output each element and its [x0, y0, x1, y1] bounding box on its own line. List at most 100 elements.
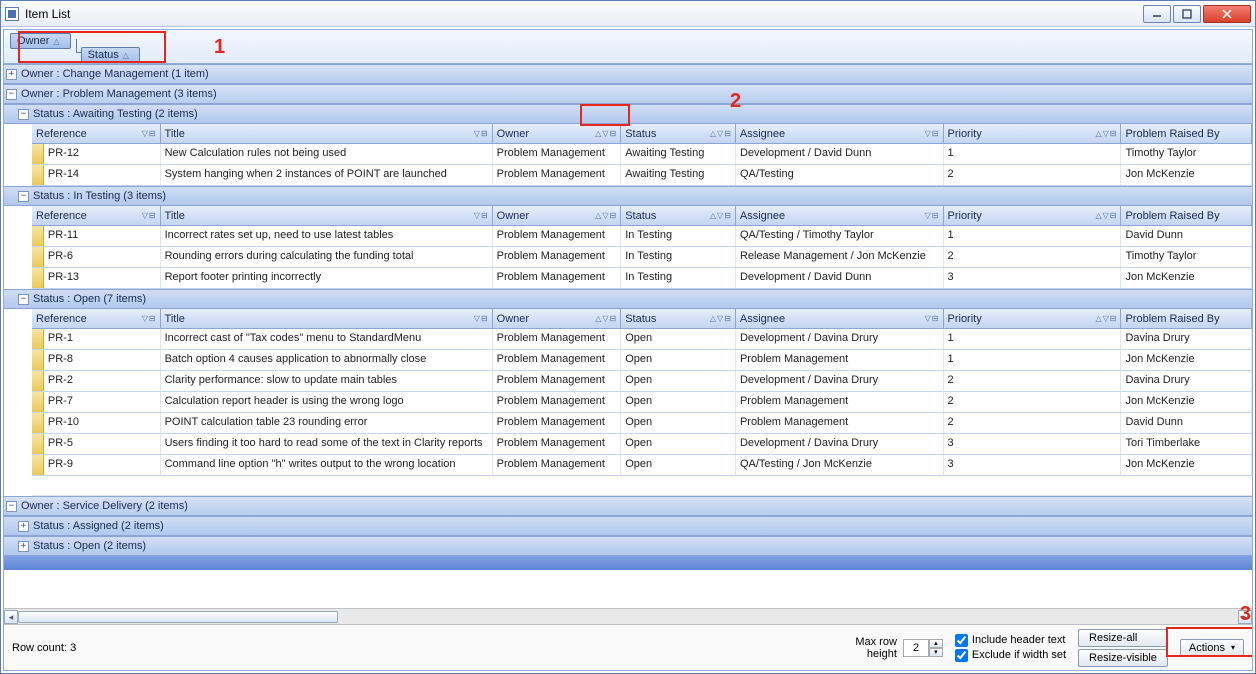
cell-priority: 3 — [944, 434, 1122, 454]
col-status[interactable]: Status△▽⊟ — [621, 309, 736, 328]
row-gutter-icon — [32, 350, 44, 370]
table-row[interactable]: PR-14System hanging when 2 instances of … — [32, 165, 1252, 186]
cell-reference: PR-14 — [44, 165, 161, 185]
cell-status: Open — [621, 434, 736, 454]
table-row[interactable]: PR-10POINT calculation table 23 rounding… — [32, 413, 1252, 434]
pin-icon[interactable]: ⊟ — [932, 129, 939, 138]
cell-owner: Problem Management — [493, 247, 622, 267]
exclude-width-checkbox[interactable]: Exclude if width set — [955, 649, 1066, 662]
col-title[interactable]: Title▽⊟ — [161, 206, 493, 225]
cell-status: In Testing — [621, 268, 736, 288]
sort-icon[interactable]: △ — [595, 129, 601, 138]
spinner-down-button[interactable]: ▾ — [929, 648, 943, 657]
cell-raised-by: David Dunn — [1121, 413, 1252, 433]
app-icon — [5, 7, 19, 21]
table-row[interactable]: PR-12New Calculation rules not being use… — [32, 144, 1252, 165]
table-row[interactable]: PR-6Rounding errors during calculating t… — [32, 247, 1252, 268]
col-assignee[interactable]: Assignee▽⊟ — [736, 124, 944, 143]
pin-icon[interactable]: ⊟ — [481, 129, 488, 138]
pin-icon[interactable]: ⊟ — [149, 129, 156, 138]
group-row-owner-problem-mgmt[interactable]: − Owner : Problem Management (3 items) — [4, 84, 1252, 104]
col-owner[interactable]: Owner△▽⊟ — [493, 309, 622, 328]
column-headers: Reference▽⊟ Title▽⊟ Owner△▽⊟ Status△▽⊟ A… — [32, 309, 1252, 329]
expand-icon[interactable]: + — [6, 69, 17, 80]
groupby-bar[interactable]: Owner△ Status△ 1 — [4, 30, 1252, 64]
pin-icon[interactable]: ⊟ — [609, 129, 616, 138]
table-row[interactable]: PR-5Users finding it too hard to read so… — [32, 434, 1252, 455]
table-row[interactable]: PR-13Report footer printing incorrectlyP… — [32, 268, 1252, 289]
scroll-left-button[interactable]: ◂ — [4, 610, 18, 624]
filter-icon[interactable]: ▽ — [142, 129, 148, 138]
col-title[interactable]: Title▽⊟ — [161, 309, 493, 328]
cell-raised-by: Jon McKenzie — [1121, 392, 1252, 412]
table-row[interactable]: PR-7Calculation report header is using t… — [32, 392, 1252, 413]
expand-icon[interactable]: + — [18, 521, 29, 532]
table-row[interactable]: PR-8Batch option 4 causes application to… — [32, 350, 1252, 371]
collapse-icon[interactable]: − — [18, 294, 29, 305]
row-count-label: Row count: 3 — [12, 642, 76, 654]
col-priority[interactable]: Priority△▽⊟ — [944, 309, 1122, 328]
row-gutter-icon — [32, 392, 44, 412]
minimize-button[interactable] — [1143, 5, 1171, 23]
collapse-icon[interactable]: − — [6, 89, 17, 100]
col-status[interactable]: Status△▽⊟ — [621, 124, 736, 143]
group-row-status-open[interactable]: − Status : Open (7 items) — [4, 289, 1252, 309]
pin-icon[interactable]: ⊟ — [724, 129, 731, 138]
row-gutter-icon — [32, 371, 44, 391]
col-priority[interactable]: Priority△▽⊟ — [944, 206, 1122, 225]
col-reference[interactable]: Reference▽⊟ — [32, 124, 161, 143]
col-assignee[interactable]: Assignee▽⊟ — [736, 309, 944, 328]
col-assignee[interactable]: Assignee▽⊟ — [736, 206, 944, 225]
filter-icon[interactable]: ▽ — [602, 129, 608, 138]
spinner-up-button[interactable]: ▴ — [929, 639, 943, 648]
group-label: Status : Open (7 items) — [33, 293, 146, 305]
cell-title: Command line option "h" writes output to… — [161, 455, 493, 475]
col-title[interactable]: Title▽⊟ — [161, 124, 493, 143]
col-priority[interactable]: Priority△▽⊟ — [944, 124, 1122, 143]
group-row-owner-service-delivery[interactable]: − Owner : Service Delivery (2 items) — [4, 496, 1252, 516]
group-row-status-assigned[interactable]: + Status : Assigned (2 items) — [4, 516, 1252, 536]
col-status[interactable]: Status△▽⊟ — [621, 206, 736, 225]
filter-icon[interactable]: ▽ — [717, 129, 723, 138]
pin-icon[interactable]: ⊟ — [1110, 129, 1117, 138]
scroll-thumb[interactable] — [18, 611, 338, 623]
col-owner[interactable]: Owner△▽⊟ — [493, 206, 622, 225]
col-raised-by[interactable]: Problem Raised By — [1121, 124, 1252, 143]
group-row-status-open-sd[interactable]: + Status : Open (2 items) — [4, 536, 1252, 556]
close-button[interactable] — [1203, 5, 1251, 23]
col-reference[interactable]: Reference▽⊟ — [32, 206, 161, 225]
table-row[interactable]: PR-9Command line option "h" writes outpu… — [32, 455, 1252, 476]
col-raised-by[interactable]: Problem Raised By — [1121, 206, 1252, 225]
expand-icon[interactable]: + — [18, 541, 29, 552]
resize-visible-button[interactable]: Resize-visible — [1078, 649, 1168, 667]
cell-assignee: QA/Testing / Timothy Taylor — [736, 226, 944, 246]
col-owner[interactable]: Owner△▽⊟ — [493, 124, 622, 143]
cell-owner: Problem Management — [493, 329, 622, 349]
group-row-status-intesting[interactable]: − Status : In Testing (3 items) — [4, 186, 1252, 206]
cell-status: Open — [621, 455, 736, 475]
collapse-icon[interactable]: − — [18, 191, 29, 202]
collapse-icon[interactable]: − — [18, 109, 29, 120]
table-row[interactable]: PR-11Incorrect rates set up, need to use… — [32, 226, 1252, 247]
include-header-checkbox[interactable]: Include header text — [955, 634, 1066, 647]
sort-icon[interactable]: △ — [1095, 129, 1101, 138]
col-reference[interactable]: Reference▽⊟ — [32, 309, 161, 328]
collapse-icon[interactable]: − — [6, 501, 17, 512]
group-label: Owner : Problem Management (3 items) — [21, 88, 217, 100]
filter-icon[interactable]: ▽ — [1103, 129, 1109, 138]
maximize-button[interactable] — [1173, 5, 1201, 23]
max-row-input[interactable] — [903, 639, 929, 657]
group-row-owner-change-mgmt[interactable]: + Owner : Change Management (1 item) — [4, 64, 1252, 84]
cell-title: Batch option 4 causes application to abn… — [161, 350, 493, 370]
resize-all-button[interactable]: Resize-all — [1078, 629, 1168, 647]
titlebar[interactable]: Item List — [1, 1, 1255, 27]
filter-icon[interactable]: ▽ — [925, 129, 931, 138]
sort-icon[interactable]: △ — [710, 129, 716, 138]
filter-icon[interactable]: ▽ — [474, 129, 480, 138]
cell-title: POINT calculation table 23 rounding erro… — [161, 413, 493, 433]
table-row[interactable]: PR-1Incorrect cast of "Tax codes" menu t… — [32, 329, 1252, 350]
cell-owner: Problem Management — [493, 392, 622, 412]
col-raised-by[interactable]: Problem Raised By — [1121, 309, 1252, 328]
table-row[interactable]: PR-2Clarity performance: slow to update … — [32, 371, 1252, 392]
horizontal-scrollbar[interactable]: ◂ ▸ — [4, 608, 1252, 624]
